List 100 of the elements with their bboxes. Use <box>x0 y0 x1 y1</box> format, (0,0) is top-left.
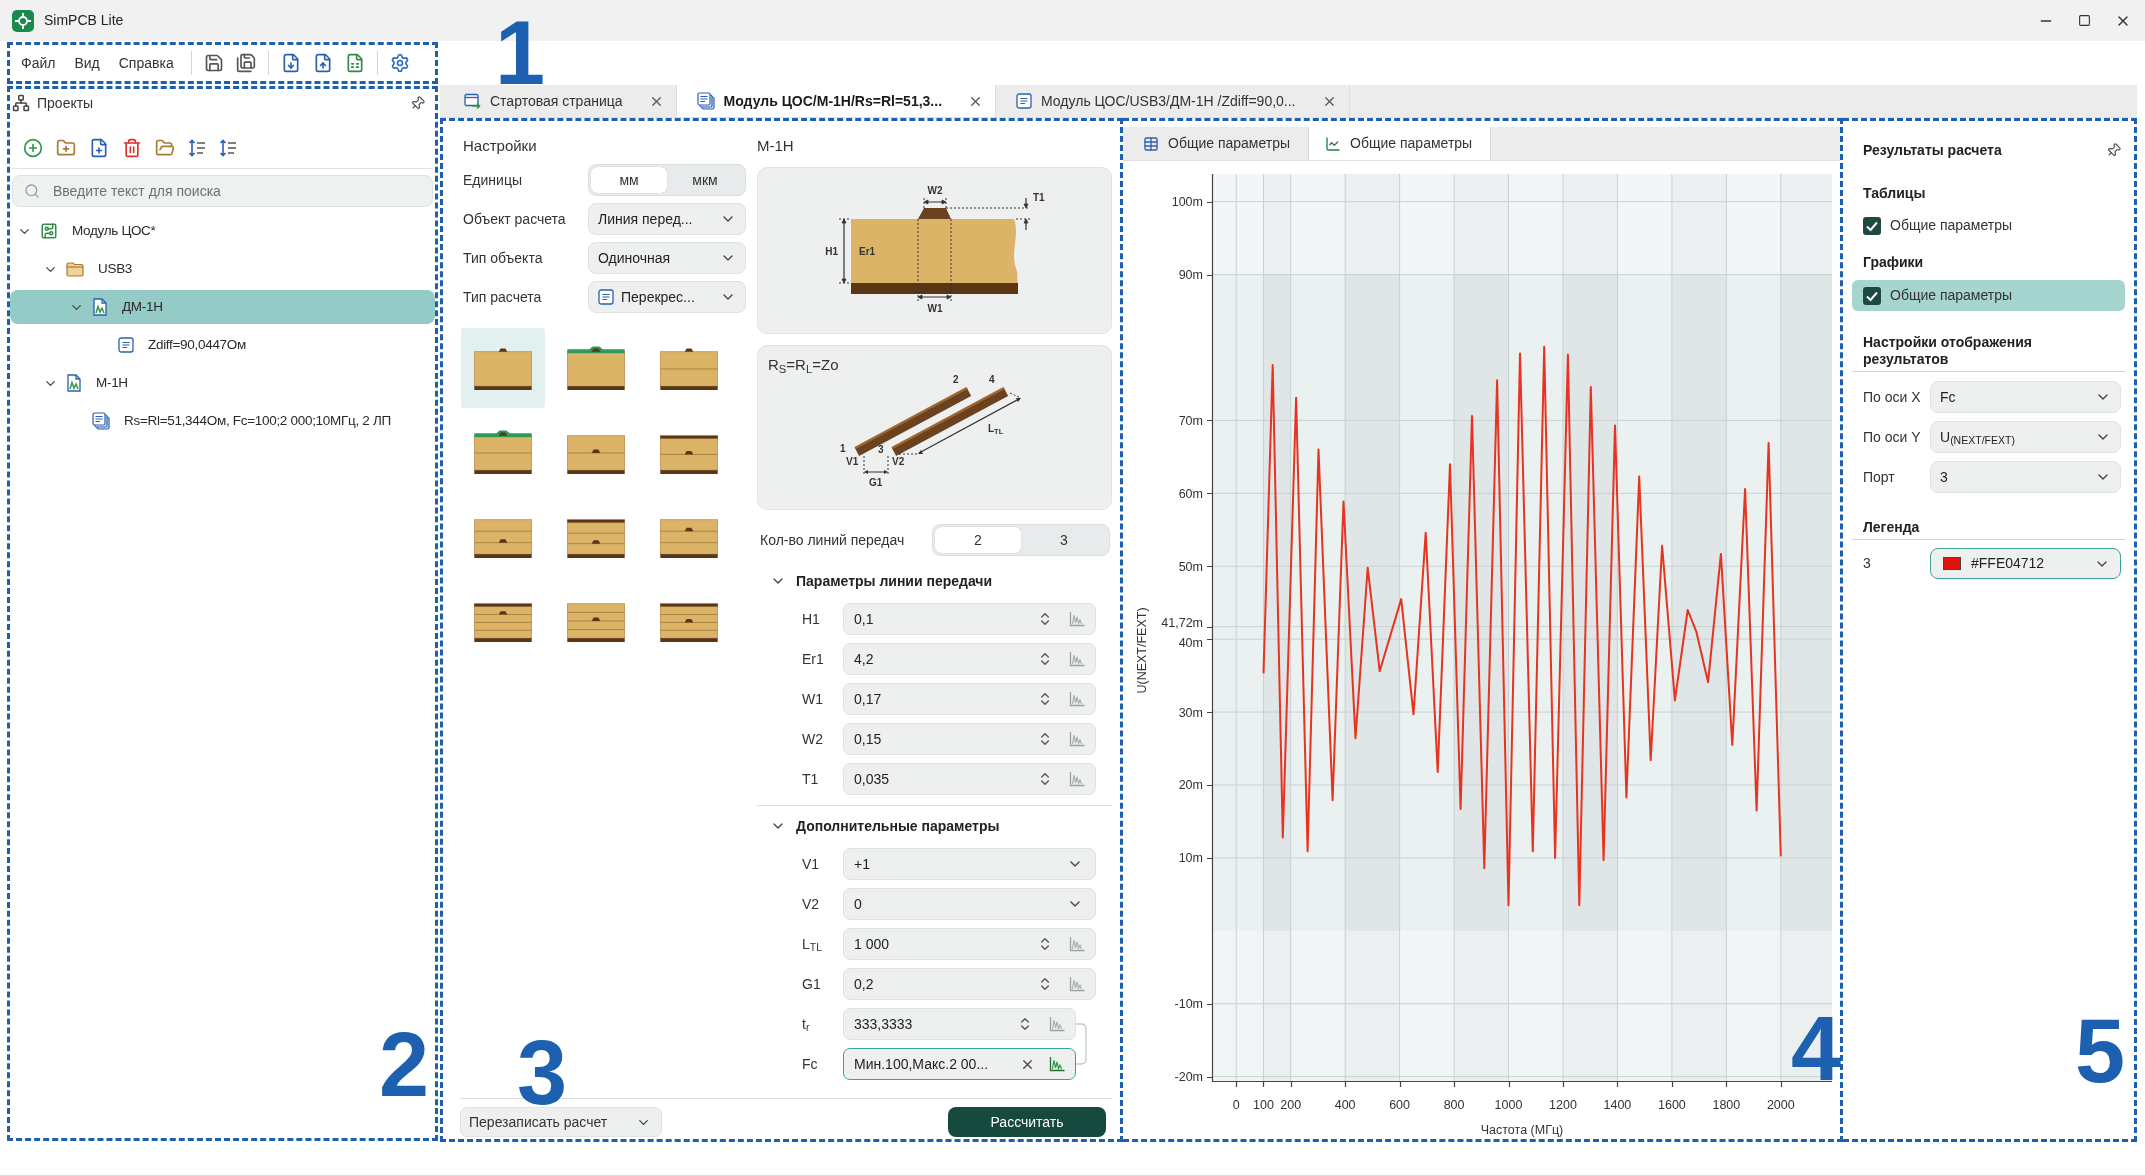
tree-item[interactable]: Модуль ЦОС* <box>10 214 435 248</box>
checkbox[interactable] <box>1863 286 1881 305</box>
number-field[interactable]: 1 000 <box>843 928 1096 960</box>
settings-icon[interactable] <box>389 53 410 73</box>
axis-tick-label: 600 <box>1389 1098 1411 1112</box>
number-field[interactable]: 0,035 <box>843 763 1096 795</box>
section-header[interactable]: Дополнительные параметры <box>757 812 1112 840</box>
panel-title: Результаты расчета <box>1863 140 2002 160</box>
document-tab[interactable]: Стартовая страница <box>444 85 677 117</box>
number-field[interactable]: 0,1 <box>843 603 1096 635</box>
param-label: t$_{r}$ <box>802 1014 811 1035</box>
table-icon <box>1143 135 1159 152</box>
save-icon[interactable] <box>203 53 224 73</box>
sort-list-icon[interactable] <box>188 139 206 157</box>
overwrite-dropdown[interactable]: Перезаписать расчет <box>460 1107 662 1137</box>
axis-tick-label: 30m <box>1178 705 1203 720</box>
dimension-label: 1 <box>840 443 846 455</box>
tree-item[interactable]: Rs=Rl=51,344Ом, Fc=100;2 000;10МГц, 2 ЛП <box>10 404 435 438</box>
number-field[interactable]: 0,15 <box>843 723 1096 755</box>
dropdown[interactable]: U$_{(NEXT/FEXT)}$ <box>1930 421 2121 453</box>
file-plus-icon[interactable] <box>89 138 109 158</box>
number-field[interactable]: 0,17 <box>843 683 1096 715</box>
dimension-label: T1 <box>1033 192 1045 203</box>
calculate-button[interactable]: Рассчитать <box>948 1107 1106 1137</box>
menu-item[interactable]: Файл <box>21 52 56 74</box>
callout-number: 1 <box>495 20 546 86</box>
document-chart-icon <box>66 374 82 392</box>
folder-plus-icon[interactable] <box>56 138 76 158</box>
note-box-icon <box>1016 93 1033 109</box>
sort-list-icon[interactable] <box>219 139 237 157</box>
page-arrow-icon <box>464 92 481 110</box>
axis-tick-label: 1800 <box>1712 1098 1741 1112</box>
dropdown[interactable]: +1 <box>843 848 1096 880</box>
document-chart-icon <box>92 298 108 316</box>
param-label: L$_{TL}$ <box>802 934 824 955</box>
axis-tick-label: 0 <box>1232 1098 1240 1112</box>
window-title: SimPCB Lite <box>44 11 124 30</box>
callout-number: 2 <box>379 1032 430 1098</box>
dropdown[interactable]: Fc <box>1930 381 2121 413</box>
dimension-label: 3 <box>878 444 884 456</box>
axis-tick-label: 400 <box>1334 1098 1356 1112</box>
param-label: W2 <box>802 729 824 749</box>
dimension-label: H1 <box>825 246 838 257</box>
circuit-board-icon <box>40 222 58 240</box>
segment-option[interactable]: 3 <box>1021 527 1107 553</box>
tree-item[interactable]: М-1Н <box>10 366 435 400</box>
section-header[interactable]: Параметры линии передачи <box>757 567 1112 595</box>
maximize-icon[interactable] <box>2078 14 2091 27</box>
field-label: Объект расчета <box>463 209 567 229</box>
delete-icon[interactable] <box>122 138 142 158</box>
checkbox[interactable] <box>1863 216 1881 235</box>
segment-option[interactable]: мкм <box>667 167 743 193</box>
result-item[interactable]: Общие параметры <box>1852 210 2125 241</box>
tree-item[interactable]: USB3 <box>10 252 435 286</box>
document-tab[interactable]: Модуль ЦОС/М-1Н/Rs=Rl=51,3... <box>676 85 997 117</box>
range-field[interactable]: Мин.100,Макс.2 00... <box>843 1048 1076 1080</box>
field-label: Порт <box>1863 467 1896 487</box>
axis-tick-label: -20m <box>1174 1070 1203 1085</box>
dropdown[interactable]: Перекрес... <box>588 281 746 313</box>
color-dropdown[interactable]: #FFE04712 <box>1930 548 2121 579</box>
axis-tick-label: 1400 <box>1603 1098 1632 1112</box>
menu-item[interactable]: Справка <box>118 52 174 74</box>
dropdown[interactable]: 3 <box>1930 461 2121 493</box>
number-field[interactable]: 4,2 <box>843 643 1096 675</box>
number-field[interactable]: 333,3333 <box>843 1008 1076 1040</box>
add-icon[interactable] <box>23 138 43 158</box>
param-label: G1 <box>802 974 822 994</box>
number-field[interactable]: 0,2 <box>843 968 1096 1000</box>
dropdown[interactable]: Одиночная <box>588 242 746 274</box>
folder-icon <box>66 261 84 277</box>
axis-tick-label: 40m <box>1178 636 1203 651</box>
menu-item[interactable]: Вид <box>74 52 100 74</box>
segment-option[interactable]: мм <box>591 167 667 193</box>
axis-title: U(NEXT/FEXT) <box>1135 607 1149 694</box>
structure-option[interactable] <box>461 328 545 408</box>
segment-option[interactable]: 2 <box>935 527 1021 553</box>
section-title: Графики <box>1863 253 1924 272</box>
axis-tick-label: 60m <box>1178 486 1203 501</box>
legend-label: 3 <box>1863 554 1872 573</box>
callout-number: 4 <box>1791 1016 1842 1082</box>
dimension-label: G1 <box>869 477 883 489</box>
logo-icon <box>12 9 34 32</box>
field-label: Единицы <box>463 170 523 190</box>
layer-stack-icon <box>474 430 532 474</box>
dimension-label: W2 <box>927 185 943 196</box>
folder-open-icon[interactable] <box>155 138 175 158</box>
layer-stack-icon <box>660 346 718 390</box>
save-all-icon[interactable] <box>235 53 256 73</box>
view-tab[interactable]: Общие параметры <box>1309 127 1492 160</box>
dropdown[interactable]: Линия перед... <box>588 203 746 235</box>
chart-icon[interactable] <box>1049 1056 1065 1072</box>
search-field[interactable]: Введите текст для поиска <box>12 175 433 207</box>
field-label: По оси Y <box>1863 427 1922 447</box>
tree-item[interactable]: Zdiff=90,0447Ом <box>10 328 435 362</box>
document-tab[interactable]: Модуль ЦОС/USB3/ДМ-1Н /Zdiff=90,0... <box>996 85 1350 117</box>
axis-tick-label: 1200 <box>1549 1098 1577 1112</box>
dropdown[interactable]: 0 <box>843 888 1096 920</box>
tree-item[interactable]: ДМ-1Н <box>10 290 435 324</box>
result-item[interactable]: Общие параметры <box>1852 280 2125 311</box>
dimension-label: Er1 <box>859 246 876 257</box>
